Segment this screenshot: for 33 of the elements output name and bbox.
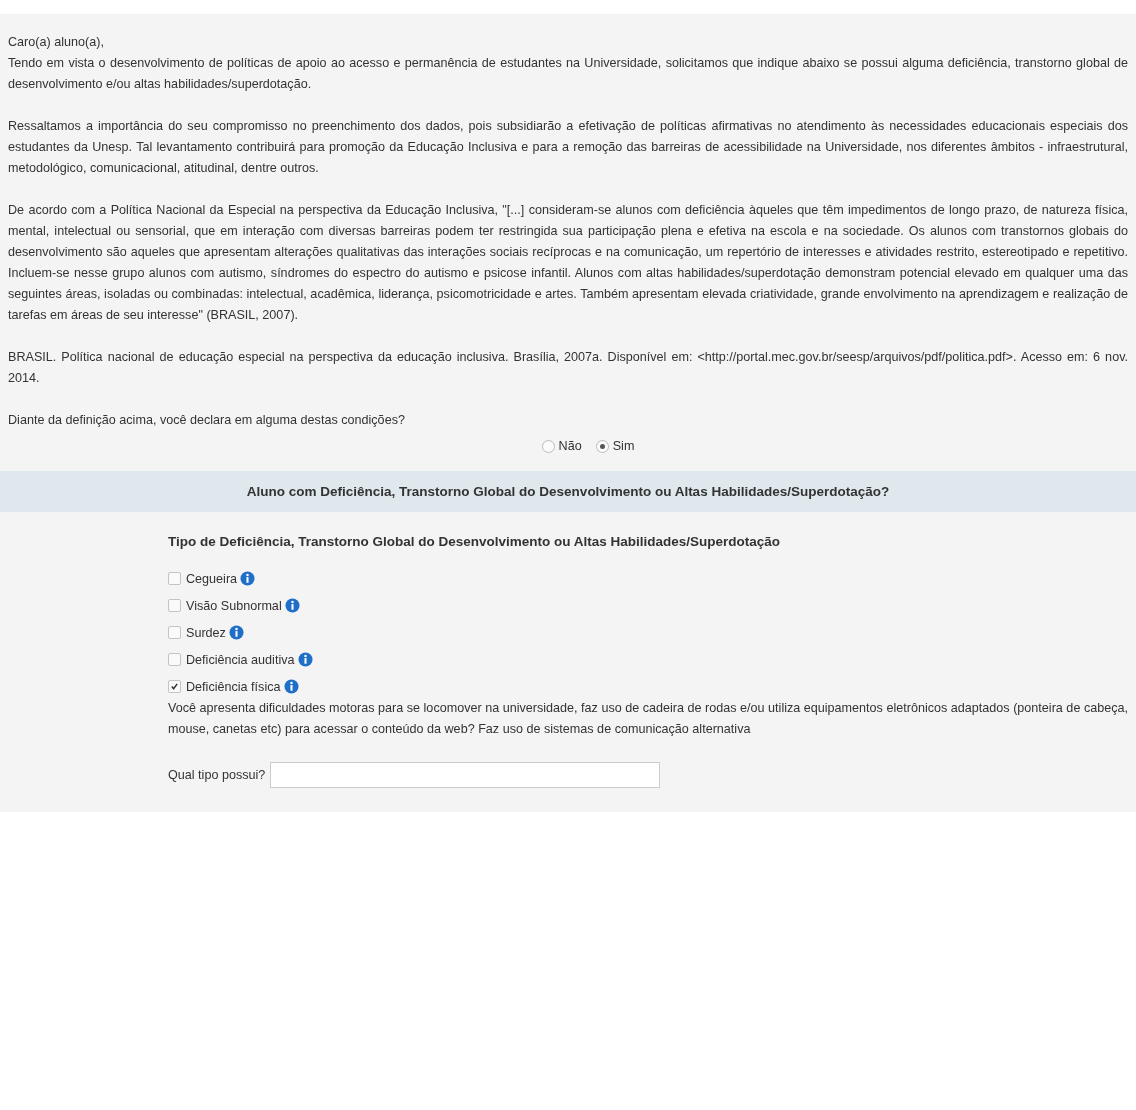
checkbox[interactable] (168, 653, 181, 666)
section-header: Aluno com Deficiência, Transtorno Global do Desenvolvimento ou Altas Habilidades/Superdotação? (0, 471, 1136, 512)
info-icon[interactable] (240, 571, 256, 586)
checkbox[interactable] (168, 626, 181, 639)
info-icon[interactable] (284, 598, 300, 613)
checkbox-label: Visão Subnormal (186, 598, 282, 613)
checkbox[interactable] (168, 599, 181, 612)
input-field[interactable] (270, 762, 661, 788)
paragraph: BRASIL. Política nacional de educação especial na perspectiva da educação inclusiva. Brasília, 2007a. Disponível em: <http://portal.mec.gov.br/seesp/arquivos/pdf/politica.pdf>. Acesso em: 6 nov. 2014. (8, 349, 1128, 387)
radio-label: Não (558, 439, 582, 453)
paragraph: Tendo em vista o desenvolvimento de políticas de apoio ao acesso e permanência de estudantes na Universidade, solicitamos que indique abaixo se possui alguma deficiência, transtorno global de desenvolvimento e/ou altas habilidades/superdotação. (8, 55, 1128, 93)
info-icon[interactable] (297, 652, 313, 667)
checkbox-label: Deficiência física (186, 679, 281, 694)
field-label: Qual tipo possui? (168, 768, 266, 782)
radio-button[interactable] (541, 439, 555, 453)
checkbox[interactable] (168, 572, 181, 585)
paragraph: Ressaltamos a importância do seu compromisso no preenchimento dos dados, pois subsidiarão a efetivação de políticas afirmativas no atendimento às necessidades educacionais especiais dos estudantes da Unesp. Tal levantamento contribuirá para promoção da Educação Inclusiva e para a remoção das barreiras de acessibilidade na Universidade, nos diferentes âmbitos - infraestrutural, metodológico, comunicacional, atitudinal, dentre outros. (8, 118, 1128, 177)
question-text: Diante da definição acima, você declara em alguma destas condições? (8, 412, 406, 429)
description-text: Você apresenta dificuldades motoras para se locomover na universidade, faz uso de cadeira de rodas e/ou utiliza equipamentos eletrônicos adaptados (ponteira de cabeça, mouse, canetas etc) para acessar o conteúdo da web? Faz uso de sistemas de comunicação alternativa (168, 700, 1128, 738)
checkbox-label: Surdez (186, 625, 226, 640)
checkbox-label: Deficiência auditiva (186, 652, 295, 667)
radio-button[interactable] (595, 439, 609, 453)
info-icon[interactable] (283, 679, 299, 694)
radio-label: Sim (612, 439, 635, 453)
greeting-text: Caro(a) aluno(a), (8, 34, 105, 51)
paragraph: De acordo com a Política Nacional da Especial na perspectiva da Educação Inclusiva, "[...] consideram-se alunos com deficiência àqueles que têm impedimentos de longo prazo, de natureza física, mental, intelectual ou sensorial, que em interação com diversas barreiras podem ter restringida sua participação plena e efetiva na escola e na sociedade. Os alunos com transtornos globais do desenvolvimento são aqueles que apresentam alterações qualitativas das interações sociais recíprocas e na comunicação, um repertório de interesses e atividades restrito, estereotipado e repetitivo. Incluem-se nesse grupo alunos com autismo, síndromes do espectro do autismo e psicose infantil. Alunos com altas habilidades/superdotação demonstram potencial elevado em qualquer uma das seguintes áreas, isoladas ou combinadas: intelectual, acadêmica, liderança, psicomotricidade e artes. Também apresentam elevada criatividade, grande envolvimento na aprendizagem e realização de tarefas em áreas de seu interesse" (BRASIL, 2007). (8, 202, 1128, 324)
info-icon[interactable] (228, 625, 244, 640)
section-subtitle: Tipo de Deficiência, Transtorno Global do Desenvolvimento ou Altas Habilidades/Superdotação (168, 534, 782, 549)
check-icon (170, 682, 179, 691)
checkbox[interactable] (168, 680, 181, 693)
radio-option[interactable]: Sim (595, 439, 635, 453)
radio-option[interactable]: Não (541, 439, 582, 453)
checkbox-label: Cegueira (186, 571, 238, 586)
